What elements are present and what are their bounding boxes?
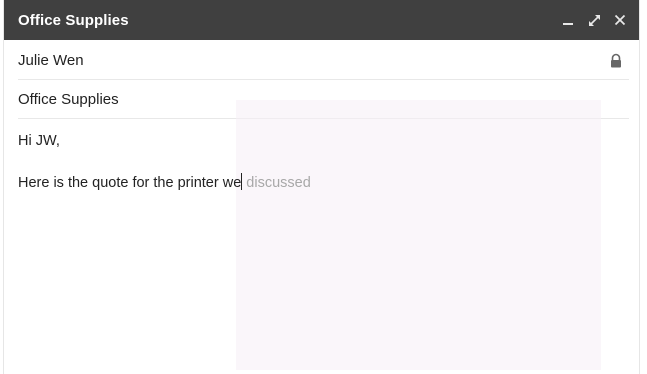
smart-compose-suggestion[interactable]: discussed [246,175,310,191]
close-button[interactable] [607,0,633,40]
minimize-icon [563,23,573,25]
greeting-line: Hi JW, [18,133,60,149]
close-icon [614,14,626,26]
lock-icon [611,53,621,68]
compose-title: Office Supplies [18,11,129,29]
subject-field[interactable]: Office Supplies [18,80,629,119]
expand-icon [588,14,600,26]
message-body[interactable]: Hi JW, Here is the quote for the printer… [18,120,625,364]
compose-window: Office Supplies Julie Wen Office Supplie… [3,0,640,374]
body-line: Here is the quote for the printer we dis… [18,173,311,193]
recipient-chip[interactable]: Julie Wen [18,52,84,69]
typed-text: Here is the quote for the printer we [18,175,242,191]
window-controls [555,0,633,40]
compose-titlebar[interactable]: Office Supplies [4,0,639,40]
subject-text: Office Supplies [18,90,119,108]
to-field[interactable]: Julie Wen [18,41,629,80]
expand-button[interactable] [581,0,607,40]
minimize-button[interactable] [555,0,581,40]
